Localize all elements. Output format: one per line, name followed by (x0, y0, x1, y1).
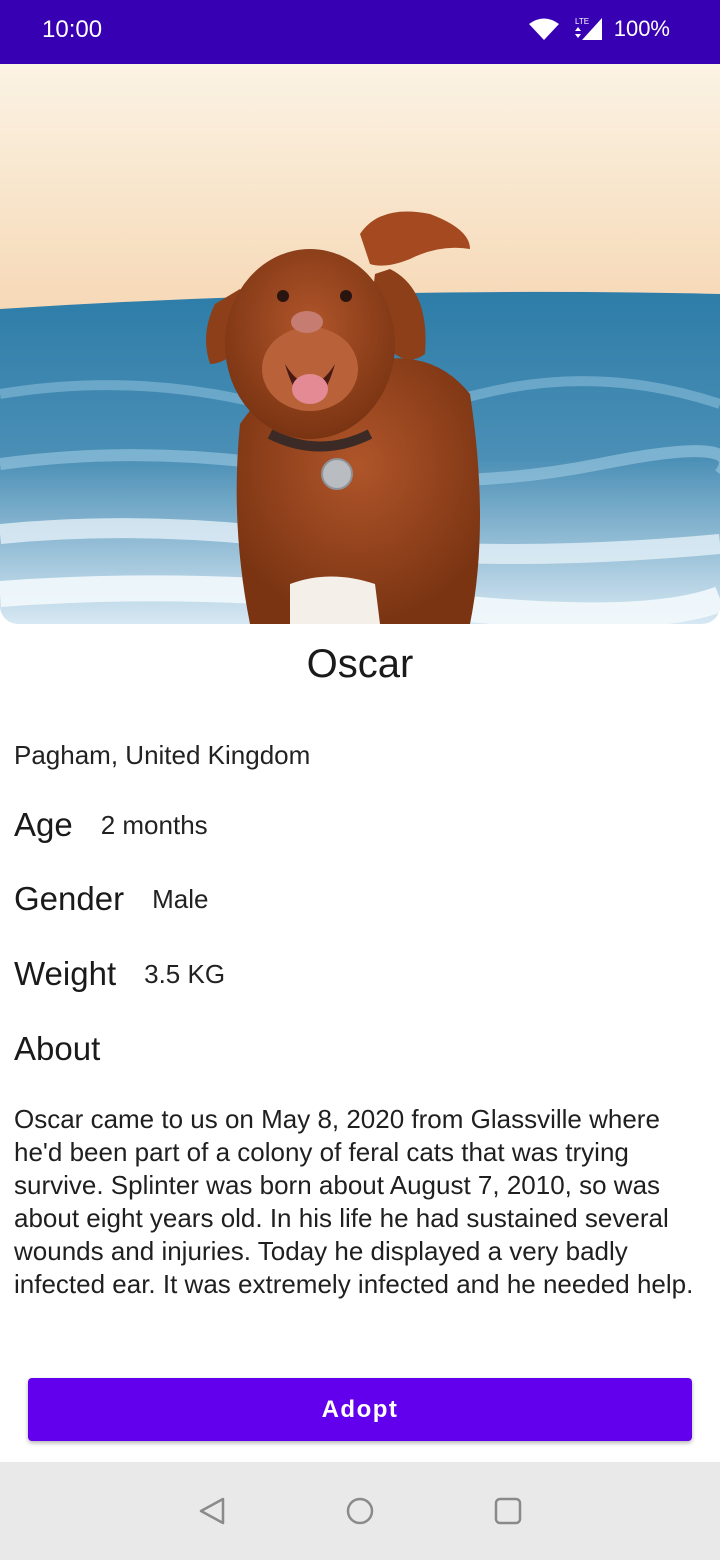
gender-value: Male (152, 883, 209, 914)
back-icon[interactable] (197, 1496, 227, 1526)
dog-photo-icon (0, 64, 720, 624)
weight-label: Weight (14, 955, 117, 992)
gender-row: Gender Male (14, 880, 208, 918)
navigation-bar (0, 1462, 720, 1560)
pet-location: Pagham, United Kingdom (14, 740, 311, 770)
pet-photo (0, 64, 720, 624)
pet-name: Oscar (306, 642, 414, 686)
weight-row: Weight 3.5 KG (14, 955, 225, 993)
svg-text:LTE: LTE (575, 17, 589, 26)
about-text: Oscar came to us on May 8, 2020 from Gla… (14, 1104, 694, 1299)
status-bar: 10:00 LTE 100% (0, 0, 720, 64)
recents-icon[interactable] (493, 1496, 523, 1526)
age-value: 2 months (100, 809, 208, 840)
status-icons: LTE 100% (528, 16, 670, 42)
about-heading: About (14, 1030, 101, 1067)
wifi-icon (528, 17, 560, 41)
lte-signal-icon: LTE (570, 16, 604, 42)
adopt-button[interactable]: Adopt (28, 1378, 692, 1441)
weight-value: 3.5 KG (144, 958, 226, 989)
battery-level: 100% (613, 16, 670, 41)
age-row: Age 2 months (14, 806, 208, 844)
status-time: 10:00 (42, 16, 103, 43)
home-icon[interactable] (345, 1496, 375, 1526)
age-label: Age (14, 806, 73, 843)
gender-label: Gender (14, 880, 125, 917)
